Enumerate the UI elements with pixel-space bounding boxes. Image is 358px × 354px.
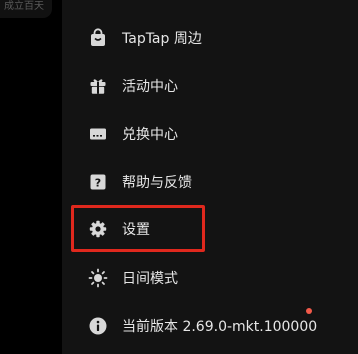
menu-label-taptap-merch: TapTap 周边: [122, 30, 202, 47]
gift-icon: [88, 76, 108, 96]
help-icon: ?: [88, 172, 108, 192]
background-content: 成立百天: [0, 0, 62, 354]
redeem-card-icon: [88, 124, 108, 144]
background-card-text: 成立百天: [4, 1, 44, 12]
menu-label-event-center: 活动中心: [122, 78, 178, 95]
sun-icon: [88, 268, 108, 288]
side-drawer-menu: TapTap 周边 活动中心 兑换中心 ? 帮助与反馈 设置 日间模式 当前版本…: [62, 0, 358, 354]
menu-label-redeem-center: 兑换中心: [122, 126, 178, 143]
menu-label-help-feedback: 帮助与反馈: [122, 174, 192, 191]
menu-label-day-mode: 日间模式: [122, 270, 178, 287]
info-icon: [88, 316, 108, 336]
menu-item-taptap-merch[interactable]: TapTap 周边: [62, 14, 358, 61]
background-card: 成立百天: [0, 0, 52, 18]
update-badge-dot: [306, 308, 312, 314]
menu-item-version[interactable]: 当前版本 2.69.0-mkt.100000: [62, 302, 358, 349]
menu-label-version: 当前版本 2.69.0-mkt.100000: [122, 318, 318, 335]
shopping-bag-icon: [88, 27, 108, 48]
menu-item-day-mode[interactable]: 日间模式: [62, 254, 358, 301]
menu-item-redeem-center[interactable]: 兑换中心: [62, 110, 358, 157]
settings-highlight-box: [71, 205, 205, 252]
svg-text:?: ?: [95, 176, 101, 189]
menu-item-help-feedback[interactable]: ? 帮助与反馈: [62, 158, 358, 205]
menu-item-event-center[interactable]: 活动中心: [62, 62, 358, 109]
